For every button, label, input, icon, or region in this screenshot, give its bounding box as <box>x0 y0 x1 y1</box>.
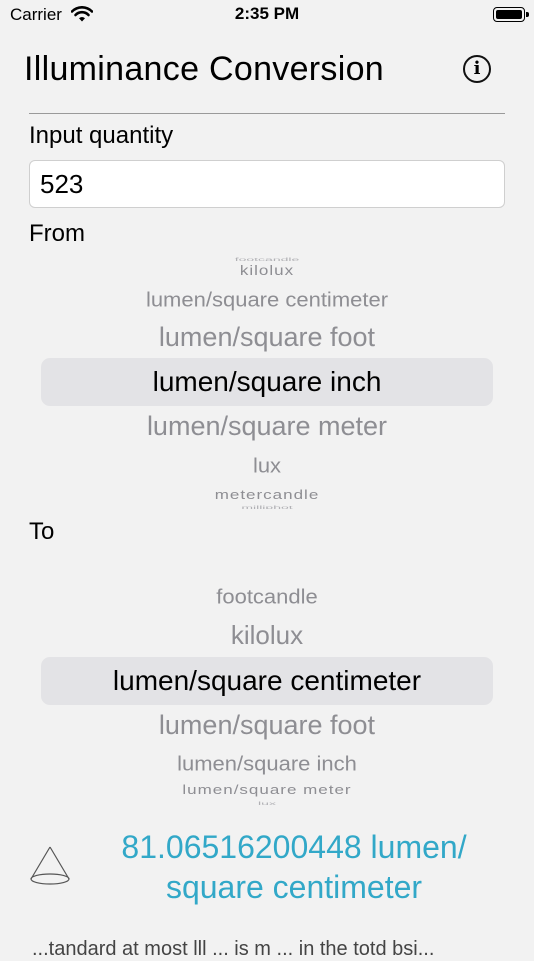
divider <box>29 113 505 114</box>
picker-item-selected[interactable]: lumen/square centimeter <box>29 665 505 697</box>
cone-icon <box>30 846 70 885</box>
from-picker[interactable]: footcandle kilolux lumen/square centimet… <box>29 255 505 509</box>
picker-item[interactable]: kilolux <box>29 620 505 651</box>
picker-item-selected[interactable]: lumen/square inch <box>29 366 505 398</box>
picker-item[interactable]: kilolux <box>29 263 505 279</box>
result-line-1: 81.06516200448 lumen/ <box>121 829 467 865</box>
picker-item[interactable]: milliphot <box>29 504 505 509</box>
picker-item[interactable]: lux <box>29 800 505 806</box>
picker-item[interactable]: lumen/square foot <box>29 322 505 353</box>
result-line-2: square centimeter <box>165 869 423 905</box>
to-label: To <box>29 518 55 545</box>
from-label: From <box>29 220 85 247</box>
picker-item[interactable]: footcandle <box>29 585 505 609</box>
to-picker[interactable]: footcandle kilolux lumen/square centimet… <box>29 555 505 808</box>
picker-item[interactable]: lumen/square inch <box>29 752 505 776</box>
info-icon[interactable]: i <box>463 55 491 83</box>
page-title: Illuminance Conversion <box>24 50 384 88</box>
picker-item[interactable]: footcandle <box>29 256 505 262</box>
picker-item[interactable]: lumen/square centimeter <box>29 288 505 312</box>
clock: 2:35 PM <box>234 4 300 23</box>
input-quantity-label: Input quantity <box>29 122 174 149</box>
picker-item[interactable]: lux <box>29 454 505 478</box>
battery-icon <box>493 7 529 22</box>
picker-item[interactable]: lumen/square meter <box>29 411 505 442</box>
conversion-result: 81.06516200448 lumen/ square centimeter <box>84 827 504 907</box>
picker-item[interactable]: lumen/square meter <box>29 783 505 798</box>
picker-item[interactable]: metercandle <box>29 488 505 503</box>
quantity-input[interactable]: 523 <box>29 160 505 208</box>
picker-item[interactable]: lumen/square foot <box>29 710 505 741</box>
status-bar: Carrier 2:35 PM <box>0 0 534 30</box>
